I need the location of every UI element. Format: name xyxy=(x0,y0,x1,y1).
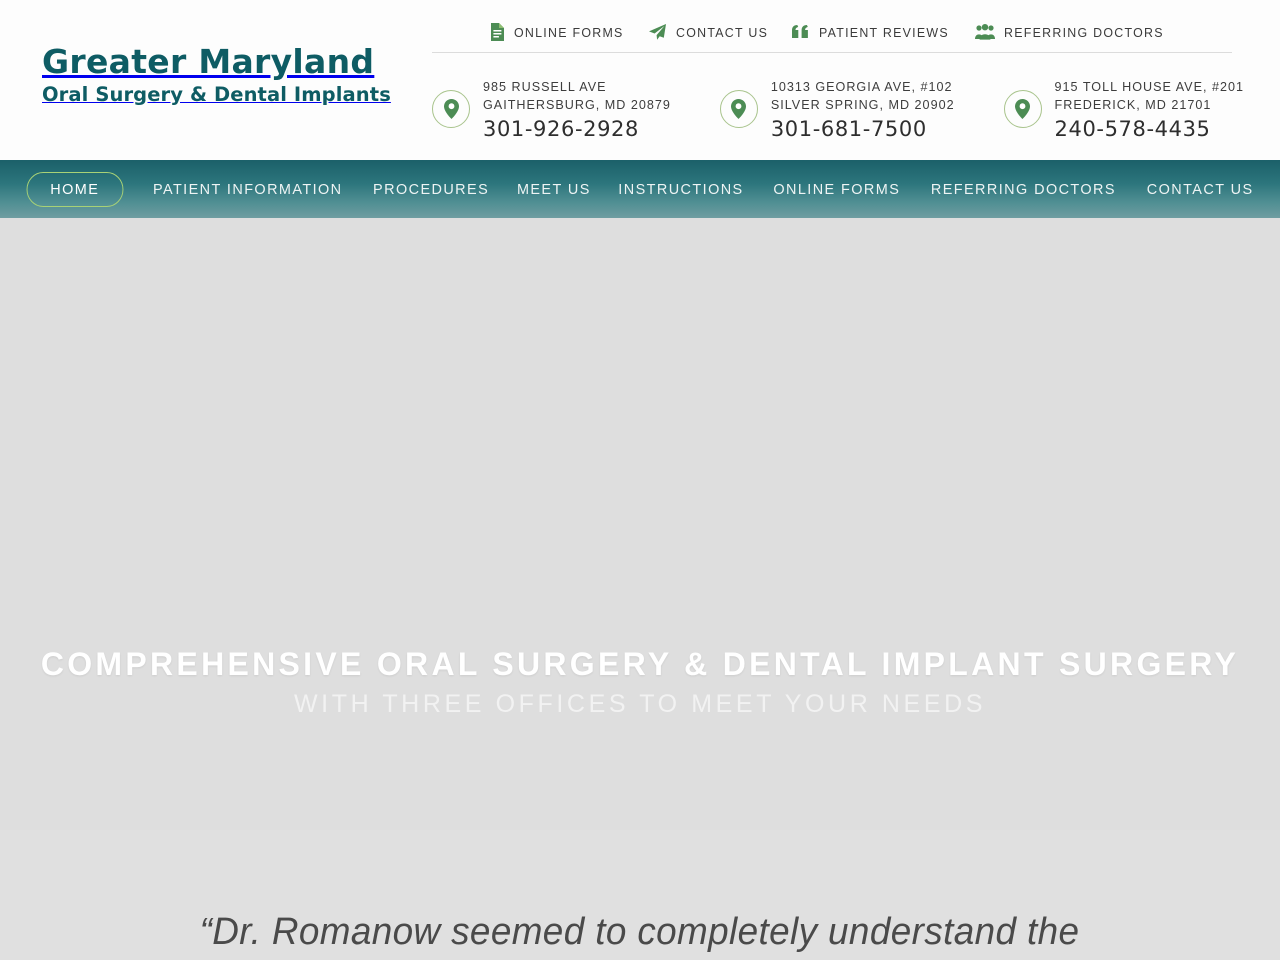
location-address-line1: 10313 GEORGIA AVE, #102 xyxy=(770,80,953,94)
location-silver-spring[interactable]: 10313 GEORGIA AVE, #102 SILVER SPRING, M… xyxy=(719,78,955,141)
site-logo[interactable]: Greater Maryland Oral Surgery & Dental I… xyxy=(42,42,391,107)
location-gaithersburg[interactable]: 985 RUSSELL AVE GAITHERSBURG, MD 20879 3… xyxy=(432,78,671,141)
location-phone[interactable]: 240-578-4435 xyxy=(1055,117,1244,141)
map-pin-icon xyxy=(432,90,470,129)
map-pin-icon xyxy=(719,90,758,129)
header-link-label: ONLINE FORMS xyxy=(514,24,624,40)
logo-secondary-text: Oral Surgery & Dental Implants xyxy=(42,82,391,106)
nav-item-contact-us[interactable]: CONTACT US xyxy=(1147,172,1254,207)
hero-banner: COMPREHENSIVE ORAL SURGERY & DENTAL IMPL… xyxy=(0,218,1280,830)
location-address-line1: 915 TOLL HOUSE AVE, #201 xyxy=(1054,80,1244,94)
paper-plane-icon xyxy=(648,23,667,41)
header-link-online-forms[interactable]: ONLINE FORMS xyxy=(490,23,631,41)
header-link-contact-us[interactable]: CONTACT US xyxy=(648,23,774,41)
location-address-line2: GAITHERSBURG, MD 20879 xyxy=(483,98,671,113)
header-link-label: PATIENT REVIEWS xyxy=(819,24,949,40)
site-header: Greater Maryland Oral Surgery & Dental I… xyxy=(0,0,1280,160)
testimonial-section: “Dr. Romanow seemed to completely unders… xyxy=(0,830,1280,960)
nav-item-online-forms[interactable]: ONLINE FORMS xyxy=(773,172,900,207)
main-navigation: HOME PATIENT INFORMATION PROCEDURES MEET… xyxy=(0,160,1280,218)
location-phone[interactable]: 301-926-2928 xyxy=(483,117,671,141)
hero-subtitle: WITH THREE OFFICES TO MEET YOUR NEEDS xyxy=(293,689,987,718)
quote-icon xyxy=(792,25,810,39)
hero-heading-block: COMPREHENSIVE ORAL SURGERY & DENTAL IMPL… xyxy=(0,644,1280,720)
header-locations: 985 RUSSELL AVE GAITHERSBURG, MD 20879 3… xyxy=(432,78,1244,141)
nav-item-meet-us[interactable]: MEET US xyxy=(517,172,591,207)
location-frederick[interactable]: 915 TOLL HOUSE AVE, #201 FREDERICK, MD 2… xyxy=(1003,78,1244,141)
header-link-label: REFERRING DOCTORS xyxy=(1004,24,1164,40)
header-divider xyxy=(432,52,1232,53)
header-utility-links: ONLINE FORMS CONTACT US PATIENT REVIEWS xyxy=(432,14,1232,50)
logo-primary-text: Greater Maryland xyxy=(42,42,375,81)
hero-title: COMPREHENSIVE ORAL SURGERY & DENTAL IMPL… xyxy=(40,646,1240,682)
location-phone[interactable]: 301-681-7500 xyxy=(771,117,955,141)
header-link-referring-doctors[interactable]: REFERRING DOCTORS xyxy=(975,24,1174,40)
map-pin-icon xyxy=(1003,90,1042,129)
header-link-patient-reviews[interactable]: PATIENT REVIEWS xyxy=(792,25,957,40)
users-icon xyxy=(975,24,995,40)
location-address-line1: 985 RUSSELL AVE xyxy=(483,80,607,94)
document-icon xyxy=(490,23,505,41)
nav-item-instructions[interactable]: INSTRUCTIONS xyxy=(619,172,744,207)
location-address-line2: SILVER SPRING, MD 20902 xyxy=(770,98,955,113)
header-link-label: CONTACT US xyxy=(676,24,769,40)
nav-item-home[interactable]: HOME xyxy=(26,171,124,207)
location-address-line2: FREDERICK, MD 21701 xyxy=(1054,98,1212,113)
testimonial-quote: “Dr. Romanow seemed to completely unders… xyxy=(200,911,1080,954)
nav-item-referring-doctors[interactable]: REFERRING DOCTORS xyxy=(931,172,1116,207)
nav-item-patient-information[interactable]: PATIENT INFORMATION xyxy=(153,172,343,207)
nav-item-procedures[interactable]: PROCEDURES xyxy=(373,172,489,207)
